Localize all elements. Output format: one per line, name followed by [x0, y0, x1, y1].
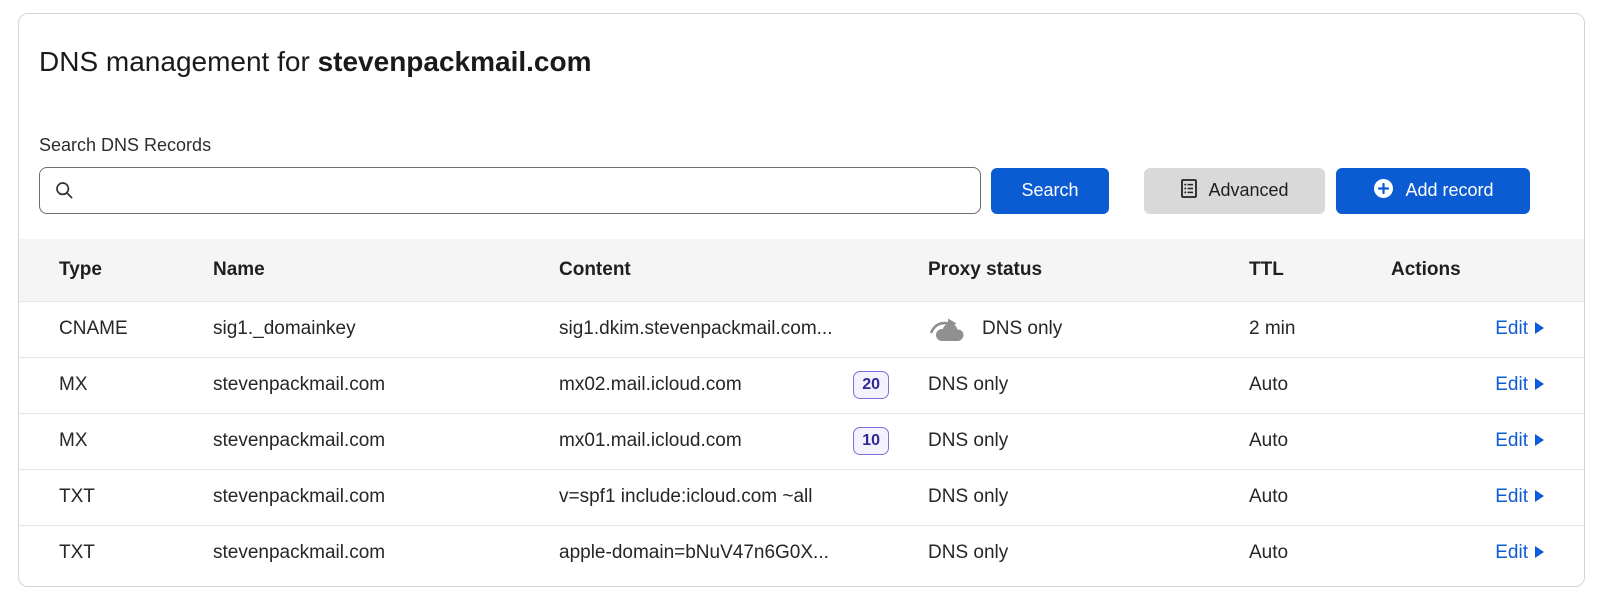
search-button-label: Search [1021, 180, 1078, 201]
cell-type: TXT [19, 469, 213, 525]
table-header-row: Type Name Content Proxy status TTL Actio… [19, 239, 1584, 301]
record-content: v=spf1 include:icloud.com ~all [559, 486, 812, 508]
cell-name: sig1._domainkey [213, 301, 559, 357]
edit-record-button[interactable]: Edit [1495, 430, 1544, 452]
advanced-button[interactable]: Advanced [1144, 168, 1325, 214]
cell-name: stevenpackmail.com [213, 469, 559, 525]
edit-label: Edit [1495, 318, 1528, 340]
cell-content: v=spf1 include:icloud.com ~all [559, 469, 899, 525]
cell-type: MX [19, 357, 213, 413]
edit-label: Edit [1495, 542, 1528, 564]
record-content: sig1.dkim.stevenpackmail.com... [559, 318, 833, 340]
page-title-prefix: DNS management for [39, 46, 318, 77]
dns-records-tbody: CNAME sig1._domainkey sig1.dkim.stevenpa… [19, 301, 1584, 581]
table-row: CNAME sig1._domainkey sig1.dkim.stevenpa… [19, 301, 1584, 357]
cell-type: CNAME [19, 301, 213, 357]
cell-ttl: Auto [1229, 413, 1391, 469]
dns-management-card: DNS management for stevenpackmail.com Se… [18, 13, 1585, 587]
cell-actions: Edit [1391, 525, 1584, 581]
cell-type: MX [19, 413, 213, 469]
record-content: mx02.mail.icloud.com [559, 374, 742, 396]
cell-content: mx01.mail.icloud.com 10 [559, 413, 899, 469]
document-list-icon [1180, 178, 1198, 204]
right-triangle-icon [1535, 486, 1544, 508]
cell-ttl: Auto [1229, 357, 1391, 413]
table-row: MX stevenpackmail.com mx02.mail.icloud.c… [19, 357, 1584, 413]
edit-label: Edit [1495, 374, 1528, 396]
cell-proxy: DNS only [899, 525, 1229, 581]
record-content: mx01.mail.icloud.com [559, 430, 742, 452]
proxy-status-text: DNS only [928, 542, 1008, 564]
dns-records-table: Type Name Content Proxy status TTL Actio… [19, 239, 1584, 581]
edit-label: Edit [1495, 430, 1528, 452]
edit-record-button[interactable]: Edit [1495, 374, 1544, 396]
advanced-button-label: Advanced [1208, 180, 1288, 201]
search-input[interactable] [39, 167, 981, 214]
cell-name: stevenpackmail.com [213, 525, 559, 581]
cell-content: apple-domain=bNuV47n6G0X... [559, 525, 899, 581]
column-header-type: Type [19, 239, 213, 301]
cell-actions: Edit [1391, 357, 1584, 413]
column-header-actions: Actions [1391, 239, 1584, 301]
column-header-proxy-status: Proxy status [899, 239, 1229, 301]
mx-priority-badge: 20 [853, 371, 889, 399]
search-button[interactable]: Search [991, 168, 1109, 214]
add-record-button-label: Add record [1405, 180, 1493, 201]
edit-label: Edit [1495, 486, 1528, 508]
page-title: DNS management for stevenpackmail.com [39, 45, 1564, 79]
cell-actions: Edit [1391, 301, 1584, 357]
page: DNS management for stevenpackmail.com Se… [0, 0, 1600, 602]
edit-record-button[interactable]: Edit [1495, 318, 1544, 340]
cell-ttl: Auto [1229, 525, 1391, 581]
proxy-status-text: DNS only [928, 486, 1008, 508]
column-header-content: Content [559, 239, 899, 301]
page-title-domain: stevenpackmail.com [318, 46, 592, 77]
dns-only-cloud-icon [928, 316, 968, 342]
proxy-status-text: DNS only [928, 430, 1008, 452]
plus-circle-icon [1372, 177, 1395, 205]
cell-ttl: 2 min [1229, 301, 1391, 357]
edit-record-button[interactable]: Edit [1495, 542, 1544, 564]
proxy-status-text: DNS only [928, 374, 1008, 396]
cell-ttl: Auto [1229, 469, 1391, 525]
mx-priority-badge: 10 [853, 427, 889, 455]
right-triangle-icon [1535, 430, 1544, 452]
cell-proxy: DNS only [899, 413, 1229, 469]
cell-type: TXT [19, 525, 213, 581]
right-triangle-icon [1535, 374, 1544, 396]
search-label: Search DNS Records [39, 135, 1564, 156]
search-input-wrap [39, 167, 981, 214]
cell-actions: Edit [1391, 469, 1584, 525]
proxy-status-text: DNS only [982, 318, 1062, 340]
record-content: apple-domain=bNuV47n6G0X... [559, 542, 829, 564]
search-toolbar: Search Advanced [39, 167, 1564, 214]
cell-content: mx02.mail.icloud.com 20 [559, 357, 899, 413]
cell-name: stevenpackmail.com [213, 413, 559, 469]
cell-content: sig1.dkim.stevenpackmail.com... [559, 301, 899, 357]
cell-proxy: DNS only [899, 357, 1229, 413]
column-header-ttl: TTL [1229, 239, 1391, 301]
add-record-button[interactable]: Add record [1336, 168, 1530, 214]
column-header-name: Name [213, 239, 559, 301]
cell-name: stevenpackmail.com [213, 357, 559, 413]
cell-proxy: DNS only [899, 469, 1229, 525]
edit-record-button[interactable]: Edit [1495, 486, 1544, 508]
right-triangle-icon [1535, 542, 1544, 564]
table-row: TXT stevenpackmail.com apple-domain=bNuV… [19, 525, 1584, 581]
table-row: MX stevenpackmail.com mx01.mail.icloud.c… [19, 413, 1584, 469]
right-triangle-icon [1535, 318, 1544, 340]
cell-proxy: DNS only [899, 301, 1229, 357]
table-row: TXT stevenpackmail.com v=spf1 include:ic… [19, 469, 1584, 525]
cell-actions: Edit [1391, 413, 1584, 469]
